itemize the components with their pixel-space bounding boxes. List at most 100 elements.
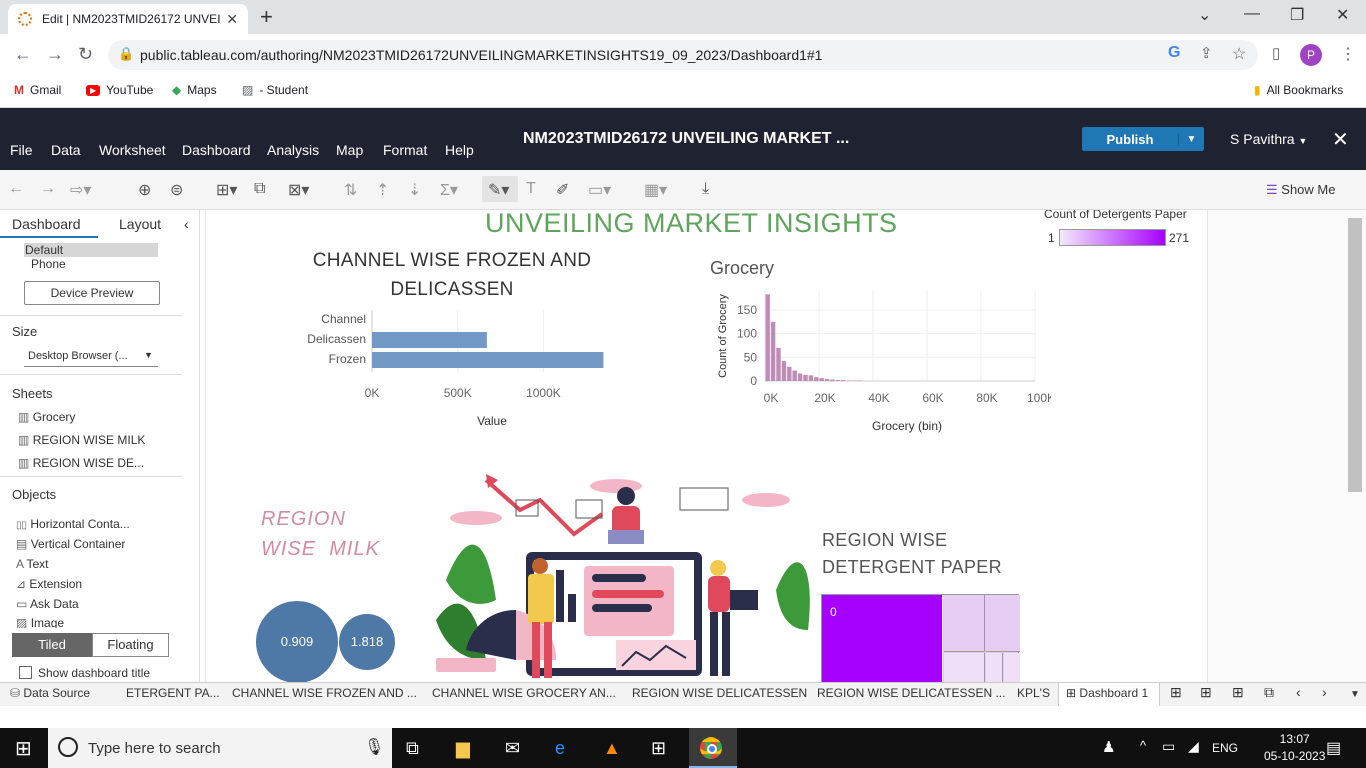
device-preview-button[interactable]: Device Preview [24, 281, 160, 305]
all-bookmarks[interactable]: ▮ All Bookmarks [1254, 83, 1343, 97]
device-default[interactable]: Default [25, 243, 63, 257]
tiled-toggle[interactable]: Tiled [12, 633, 92, 657]
object-extension[interactable]: ⊿ Extension [16, 577, 82, 591]
publish-dropdown-icon[interactable]: ▼ [1178, 133, 1204, 145]
scroll-left-icon[interactable]: ‹ [1296, 684, 1301, 700]
sheet-tab[interactable]: REGION WISE DELICATESSEN ... [817, 686, 1005, 700]
treemap-cell[interactable] [944, 653, 985, 682]
menu-help[interactable]: Help [445, 142, 474, 158]
bookmark-gmail[interactable]: M Gmail [14, 83, 61, 97]
object-vertical-container[interactable]: ▤ Vertical Container [16, 537, 125, 551]
device-phone[interactable]: Phone [31, 257, 66, 271]
replay-icon[interactable]: ⇨▾ [70, 180, 91, 200]
tab-dashboard[interactable]: Dashboard [12, 216, 81, 232]
clear-sheet-icon[interactable]: ⊠▾ [288, 180, 309, 200]
file-explorer-icon[interactable]: ▆ [456, 738, 470, 759]
detergent-treemap[interactable]: 0 [821, 594, 1020, 682]
menu-format[interactable]: Format [383, 142, 427, 158]
size-dropdown[interactable]: Desktop Browser (... [28, 350, 128, 362]
menu-analysis[interactable]: Analysis [267, 142, 319, 158]
taskbar-search[interactable]: Type here to search 🎙 [48, 728, 392, 768]
back-icon[interactable]: ← [14, 44, 32, 65]
profile-avatar[interactable]: P [1300, 44, 1322, 66]
tabs-menu-icon[interactable]: ▼ [1350, 689, 1360, 700]
menu-worksheet[interactable]: Worksheet [99, 142, 166, 158]
vlc-icon[interactable]: ▲ [603, 738, 621, 759]
minimize-icon[interactable]: — [1244, 5, 1260, 23]
data-source-tab[interactable]: ⛁ Data Source [10, 686, 90, 700]
show-title-checkbox[interactable] [19, 666, 32, 679]
totals-icon[interactable]: Σ▾ [440, 180, 458, 200]
new-sheet-icon[interactable]: ⊞▾ [216, 180, 237, 200]
new-tab-icon[interactable]: + [260, 4, 273, 30]
sort-asc-icon[interactable]: ⇡ [376, 180, 389, 200]
fit-icon[interactable]: ▭▾ [588, 180, 611, 200]
forward-icon[interactable]: → [46, 44, 64, 65]
dashboard-tab[interactable]: ⊞ Dashboard 1 [1066, 686, 1148, 700]
clock[interactable]: 13:07 05-10-2023 [1264, 732, 1325, 763]
maximize-icon[interactable]: ❐ [1290, 5, 1304, 25]
menu-map[interactable]: Map [336, 142, 363, 158]
notifications-icon[interactable]: ▤ [1326, 738, 1341, 758]
new-datasource-icon[interactable]: ⊕ [138, 180, 151, 200]
milk-bubble[interactable]: 1.818 [339, 614, 395, 670]
google-icon[interactable]: G [1168, 44, 1180, 62]
sheet-icon[interactable]: ⊞ [1170, 684, 1182, 701]
download-icon[interactable]: ⤓ [702, 180, 709, 198]
vertical-scrollbar[interactable] [1348, 218, 1362, 492]
url-input[interactable]: 🔒 public.tableau.com/authoring/NM2023TMI… [108, 40, 1258, 70]
treemap-cell-large[interactable]: 0 [822, 595, 943, 682]
redo-icon[interactable]: → [40, 180, 56, 198]
close-authoring-icon[interactable]: ✕ [1332, 127, 1349, 152]
language-indicator[interactable]: ENG [1212, 741, 1238, 755]
collapse-pane-icon[interactable]: ‹ [184, 216, 189, 232]
wifi-icon[interactable]: ◢ [1188, 738, 1199, 755]
new-worksheet-icon[interactable]: ⊞ [1200, 684, 1212, 701]
show-me-button[interactable]: ☰ Show Me [1266, 182, 1335, 198]
store-icon[interactable]: ⊞ [651, 738, 666, 759]
object-text[interactable]: A Text [16, 557, 48, 571]
object-ask-data[interactable]: ▭ Ask Data [16, 597, 79, 611]
bookmark-student[interactable]: ▨ - Student [242, 83, 308, 97]
sheet-tab[interactable]: CHANNEL WISE FROZEN AND ... [232, 686, 417, 700]
reload-icon[interactable]: ↻ [78, 44, 93, 65]
menu-dashboard[interactable]: Dashboard [182, 142, 251, 158]
browser-tab[interactable]: Edit | NM2023TMID26172 UNVEI ✕ [8, 4, 248, 34]
close-tab-icon[interactable]: ✕ [226, 11, 238, 28]
format-icon[interactable]: ✐ [556, 180, 569, 200]
scroll-right-icon[interactable]: › [1322, 684, 1327, 700]
new-story-icon[interactable]: ⧉ [1264, 684, 1274, 701]
mail-icon[interactable]: ✉ [505, 738, 520, 759]
swap-icon[interactable]: ⇅ [344, 180, 357, 200]
window-close-icon[interactable]: ✕ [1336, 5, 1349, 25]
grocery-histogram[interactable]: 0 50 100 150 0K 20K 40K 60K 80K 100K Grocery (bin)… [711, 285, 1051, 445]
sheet-item-region-de[interactable]: ▥ REGION WISE DE... [18, 456, 144, 470]
tab-layout[interactable]: Layout [119, 216, 161, 232]
tab-search-icon[interactable]: ⌄ [1198, 5, 1211, 25]
edge-icon[interactable]: e [555, 738, 565, 759]
sort-desc-icon[interactable]: ⇣ [408, 180, 421, 200]
size-dropdown-caret-icon[interactable]: ▼ [144, 350, 153, 360]
object-image[interactable]: ▨ Image [16, 616, 64, 628]
sheet-tab[interactable]: ETERGENT PA... [126, 686, 220, 700]
pause-updates-icon[interactable]: ⊜ [170, 180, 183, 200]
duplicate-icon[interactable]: ⧉ [254, 180, 265, 198]
milk-bubble[interactable]: 0.909 [256, 601, 338, 682]
channel-bar-chart[interactable]: Channel Delicassen Frozen 0K 500K 1000K Value [286, 300, 626, 430]
treemap-cell[interactable] [986, 595, 1020, 652]
labels-icon[interactable]: T [526, 180, 536, 198]
sheet-tab[interactable]: CHANNEL WISE GROCERY AN... [432, 686, 616, 700]
people-icon[interactable]: ♟ [1102, 738, 1115, 756]
show-cards-icon[interactable]: ▦▾ [644, 180, 667, 200]
microphone-icon[interactable]: 🎙 [364, 737, 384, 757]
publish-button[interactable]: Publish ▼ [1082, 127, 1204, 151]
battery-icon[interactable]: ▭ [1162, 738, 1175, 755]
tray-chevron-icon[interactable]: ^ [1140, 738, 1146, 753]
treemap-cell[interactable] [1004, 653, 1020, 682]
user-menu[interactable]: S Pavithra ▼ [1230, 131, 1307, 147]
sheet-item-region-milk[interactable]: ▥ REGION WISE MILK [18, 433, 145, 447]
sheet-tab[interactable]: KPL'S [1017, 686, 1050, 700]
new-dashboard-icon[interactable]: ⊞ [1232, 684, 1244, 701]
object-horizontal-container[interactable]: ▯▯ Horizontal Conta... [16, 517, 130, 531]
floating-toggle[interactable]: Floating [92, 633, 169, 657]
